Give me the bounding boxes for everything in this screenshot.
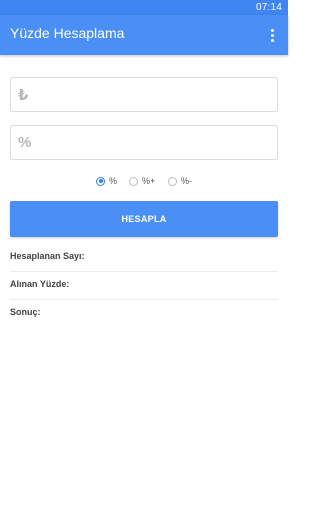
app-title: Yüzde Hesaplama: [10, 25, 125, 41]
status-bar: 07:14: [0, 0, 288, 15]
radio-label: %: [109, 176, 118, 186]
calculate-button[interactable]: HESAPLA: [10, 201, 278, 237]
result-label: Sonuç:: [10, 307, 41, 317]
radio-label: %+: [142, 176, 156, 186]
more-vert-icon[interactable]: [262, 23, 282, 47]
result-row-result: Sonuç:: [10, 299, 278, 327]
lira-icon: ₺: [18, 87, 29, 104]
radio-label: %-: [181, 176, 192, 186]
percent-input[interactable]: [41, 132, 270, 154]
radio-unchecked-icon[interactable]: [168, 176, 177, 186]
status-time: 07:14: [255, 2, 282, 13]
app-bar: Yüzde Hesaplama: [0, 15, 288, 55]
radio-checked-icon[interactable]: [96, 176, 105, 186]
amount-input[interactable]: [41, 84, 270, 106]
percent-field[interactable]: %: [10, 125, 278, 160]
radio-percent-plus[interactable]: %+: [129, 172, 155, 190]
radio-unchecked-icon[interactable]: [129, 176, 138, 186]
amount-field[interactable]: ₺: [10, 77, 278, 112]
result-label: Alınan Yüzde:: [10, 279, 70, 289]
result-label: Hesaplanan Sayı:: [10, 251, 85, 261]
radio-percent[interactable]: %: [96, 172, 117, 190]
result-row-calculated-number: Hesaplanan Sayı:: [10, 243, 278, 272]
result-row-taken-percent: Alınan Yüzde:: [10, 271, 278, 300]
radio-percent-minus[interactable]: %-: [168, 172, 192, 190]
percent-icon: %: [18, 134, 32, 151]
operation-radio-group: % %+ %-: [0, 172, 288, 190]
